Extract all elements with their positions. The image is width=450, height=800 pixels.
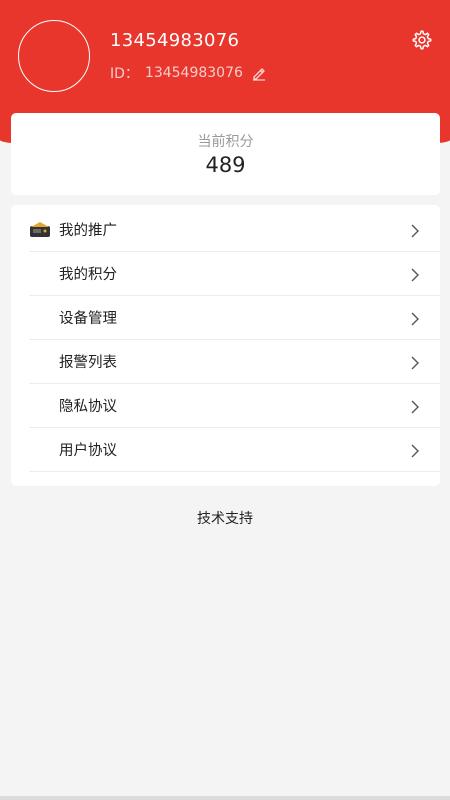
- user-id-row: ID： 13454983076: [110, 63, 267, 83]
- user-id-label: ID：: [110, 66, 139, 82]
- menu-item-my-promotion[interactable]: 我的推广: [29, 208, 440, 252]
- settings-gear-icon[interactable]: [411, 29, 433, 51]
- chevron-right-icon: [410, 443, 420, 458]
- avatar[interactable]: [18, 20, 90, 92]
- chevron-right-icon: [410, 311, 420, 326]
- points-value: 489: [205, 153, 246, 177]
- chevron-right-icon: [410, 399, 420, 414]
- menu-card: 我的推广 我的积分 设备管理 报警列表 隐私协议 用户协议: [11, 205, 440, 486]
- chevron-right-icon: [410, 223, 420, 238]
- points-label: 当前积分: [197, 134, 254, 150]
- user-phone: 13454983076: [110, 30, 240, 51]
- edit-icon[interactable]: [251, 65, 267, 81]
- menu-item-privacy-agreement[interactable]: 隐私协议: [29, 384, 440, 428]
- menu-item-user-agreement[interactable]: 用户协议: [29, 428, 440, 472]
- bottom-divider: [0, 796, 450, 800]
- menu-item-label: 我的推广: [59, 223, 117, 239]
- tech-support-link[interactable]: 技术支持: [0, 508, 450, 528]
- promotion-badge-icon: [29, 221, 51, 239]
- menu-item-label: 报警列表: [59, 355, 117, 371]
- menu-item-label: 我的积分: [59, 267, 117, 283]
- menu-item-label: 设备管理: [59, 311, 117, 327]
- menu-item-my-points[interactable]: 我的积分: [29, 252, 440, 296]
- menu-item-label: 隐私协议: [59, 399, 117, 415]
- chevron-right-icon: [410, 267, 420, 282]
- menu-item-alarm-list[interactable]: 报警列表: [29, 340, 440, 384]
- menu-item-device-management[interactable]: 设备管理: [29, 296, 440, 340]
- points-card: 当前积分 489: [11, 113, 440, 195]
- chevron-right-icon: [410, 355, 420, 370]
- user-id-value: 13454983076: [144, 65, 243, 81]
- menu-item-label: 用户协议: [59, 443, 117, 459]
